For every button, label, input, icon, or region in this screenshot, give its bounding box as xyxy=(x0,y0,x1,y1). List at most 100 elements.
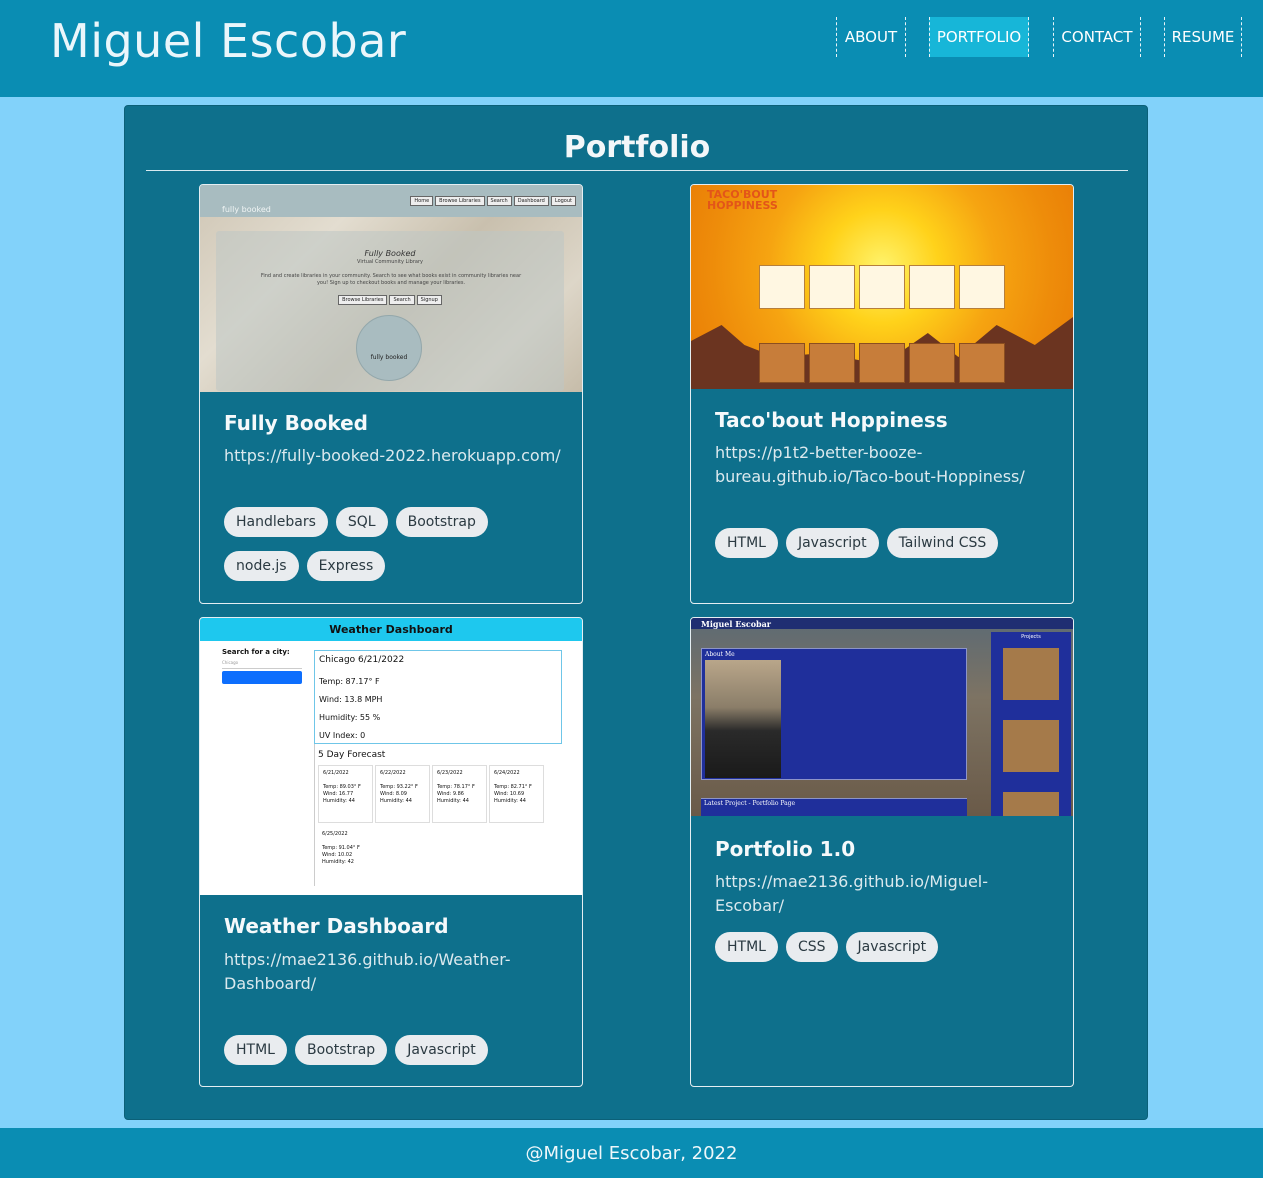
tag: Javascript xyxy=(785,528,879,558)
forecast-card: 6/22/2022 Temp: 93.22° F Wind: 8.09 Humi… xyxy=(375,765,430,823)
project-image xyxy=(1003,792,1059,816)
project-thumbnail[interactable]: Miguel Escobar About Me Projects Latest … xyxy=(691,618,1073,816)
logo-circle-text: fully booked xyxy=(370,354,408,361)
forecast-temp: Temp: 91.04° F xyxy=(322,845,360,851)
tag: HTML xyxy=(224,1035,287,1065)
nav-resume[interactable]: RESUME xyxy=(1164,17,1242,57)
today-wind: Wind: 13.8 MPH xyxy=(319,695,383,704)
thumb-nav-button: Dashboard xyxy=(513,196,549,206)
tag: HTML xyxy=(715,528,778,558)
site-footer: @Miguel Escobar, 2022 xyxy=(0,1128,1263,1178)
forecast-wind: Wind: 16.77 xyxy=(323,791,354,797)
forecast-date: 6/21/2022 xyxy=(323,770,349,776)
thumb-button: Search xyxy=(389,295,415,305)
tag: Tailwind CSS xyxy=(886,528,999,558)
thumb-text: Find and create libraries in your commun… xyxy=(260,273,522,286)
search-label: Search for a city: xyxy=(222,648,290,656)
project-card-fully-booked[interactable]: fully booked Home Browse Libraries Searc… xyxy=(199,184,583,604)
forecast-humidity: Humidity: 44 xyxy=(323,798,355,804)
project-card-tacobout[interactable]: TACO'BOUT HOPPINESS Taco'bout Hoppiness … xyxy=(690,184,1074,604)
project-card-portfolio-1[interactable]: Miguel Escobar About Me Projects Latest … xyxy=(690,617,1074,1087)
tag-list: HTML CSS Javascript xyxy=(715,932,1055,962)
tag: Javascript xyxy=(395,1035,488,1065)
thumb-card xyxy=(959,343,1005,383)
title-divider xyxy=(146,170,1128,171)
thumb-site-name: Miguel Escobar xyxy=(701,619,772,629)
today-title: Chicago 6/21/2022 xyxy=(319,655,405,665)
thumb-card xyxy=(959,265,1005,309)
project-title: Fully Booked xyxy=(224,411,368,435)
forecast-humidity: Humidity: 44 xyxy=(494,798,526,804)
thumb-card-row xyxy=(759,265,1005,309)
site-name[interactable]: Miguel Escobar xyxy=(50,14,406,68)
tag: HTML xyxy=(715,932,778,962)
footer-text: @Miguel Escobar, 2022 xyxy=(525,1142,738,1164)
thumb-card-row xyxy=(759,343,1005,383)
project-card-weather-dashboard[interactable]: Weather Dashboard Search for a city: Chi… xyxy=(199,617,583,1087)
project-image xyxy=(1003,648,1059,700)
project-image xyxy=(1003,720,1059,772)
thumb-card xyxy=(859,265,905,309)
tag: Handlebars xyxy=(224,507,328,537)
thumb-about-title: About Me xyxy=(705,651,735,658)
tag: Express xyxy=(306,551,386,581)
nav-about[interactable]: ABOUT xyxy=(836,17,906,57)
thumb-card xyxy=(909,343,955,383)
forecast-temp: Temp: 78.17° F xyxy=(437,784,475,790)
forecast-date: 6/25/2022 xyxy=(322,831,348,837)
thumb-latest-panel: Latest Project - Portfolio Page xyxy=(701,798,967,816)
project-title: Portfolio 1.0 xyxy=(715,837,856,861)
thumb-card xyxy=(809,265,855,309)
thumb-subheading: Virtual Community Library xyxy=(357,259,423,265)
thumb-nav-button: Home xyxy=(410,196,434,206)
tag: CSS xyxy=(785,932,838,962)
thumb-card xyxy=(759,265,805,309)
forecast-wind: Wind: 9.86 xyxy=(437,791,464,797)
project-link[interactable]: https://mae2136.github.io/Weather-Dashbo… xyxy=(224,948,564,996)
project-link[interactable]: https://p1t2-better-booze-bureau.github.… xyxy=(715,441,1055,489)
forecast-wind: Wind: 8.09 xyxy=(380,791,407,797)
portfolio-section: Portfolio fully booked Home Browse Libra… xyxy=(124,105,1148,1120)
thumb-card xyxy=(909,265,955,309)
tag-list: HTML Javascript Tailwind CSS xyxy=(715,528,1055,558)
nav-contact[interactable]: CONTACT xyxy=(1053,17,1141,57)
tag: SQL xyxy=(335,507,388,537)
forecast-date: 6/22/2022 xyxy=(380,770,406,776)
search-button xyxy=(222,671,302,684)
nav-portfolio[interactable]: PORTFOLIO xyxy=(929,17,1029,57)
forecast-wind: Wind: 10.69 xyxy=(494,791,525,797)
today-temp: Temp: 87.17° F xyxy=(319,677,380,686)
thumb-latest-title: Latest Project - Portfolio Page xyxy=(704,800,796,807)
search-input: Chicago xyxy=(222,660,302,669)
tag-list: Handlebars SQL Bootstrap node.js Express xyxy=(224,507,564,581)
forecast-humidity: Humidity: 42 xyxy=(322,859,354,865)
tag: Javascript xyxy=(845,932,939,962)
thumb-projects-panel: Projects xyxy=(991,632,1071,816)
forecast-wind: Wind: 10.02 xyxy=(322,852,353,858)
forecast-card: 6/21/2022 Temp: 89.03° F Wind: 16.77 Hum… xyxy=(318,765,373,823)
thumb-header: Weather Dashboard xyxy=(200,618,582,641)
forecast-card: 6/24/2022 Temp: 82.71° F Wind: 10.69 Hum… xyxy=(489,765,544,823)
project-thumbnail[interactable]: TACO'BOUT HOPPINESS xyxy=(691,185,1073,389)
tag: Bootstrap xyxy=(294,1035,388,1065)
forecast-card: 6/23/2022 Temp: 78.17° F Wind: 9.86 Humi… xyxy=(432,765,487,823)
project-link[interactable]: https://fully-booked-2022.herokuapp.com/ xyxy=(224,444,564,468)
thumb-nav-button: Logout xyxy=(550,196,576,206)
thumb-card xyxy=(759,343,805,383)
taco-logo-line: HOPPINESS xyxy=(707,199,778,212)
project-thumbnail[interactable]: Weather Dashboard Search for a city: Chi… xyxy=(200,618,582,895)
project-title: Weather Dashboard xyxy=(224,914,449,938)
profile-photo xyxy=(705,660,781,778)
logo-circle: fully booked xyxy=(356,315,422,381)
today-weather: Chicago 6/21/2022 Temp: 87.17° F Wind: 1… xyxy=(314,650,562,744)
project-link[interactable]: https://mae2136.github.io/Miguel-Escobar… xyxy=(715,870,1055,918)
forecast-temp: Temp: 89.03° F xyxy=(323,784,361,790)
forecast-date: 6/23/2022 xyxy=(437,770,463,776)
today-uv: UV Index: 0 xyxy=(319,731,366,740)
tag-list: HTML Bootstrap Javascript xyxy=(224,1035,564,1065)
thumb-button: Signup xyxy=(416,295,442,305)
thumb-heading: Fully Booked xyxy=(364,249,416,258)
thumb-projects-title: Projects xyxy=(1021,634,1041,640)
thumb-nav-button: Browse Libraries xyxy=(435,196,485,206)
project-thumbnail[interactable]: fully booked Home Browse Libraries Searc… xyxy=(200,185,582,392)
